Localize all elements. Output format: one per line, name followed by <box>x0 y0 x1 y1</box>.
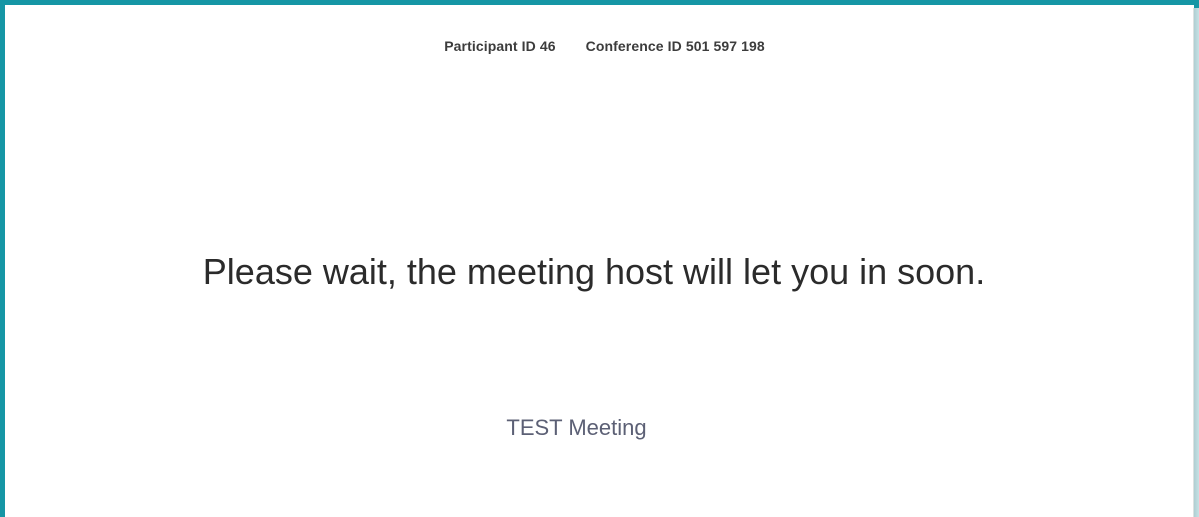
lobby-window: Participant ID 46 Conference ID 501 597 … <box>0 0 1199 517</box>
participant-id-label: Participant ID 46 <box>444 38 556 54</box>
wait-message: Please wait, the meeting host will let y… <box>202 251 986 292</box>
window-shadow <box>1193 8 1199 517</box>
conference-id-label: Conference ID 501 597 198 <box>585 38 765 54</box>
conference-info-bar: Participant ID 46 Conference ID 501 597 … <box>5 38 1199 54</box>
meeting-name: TEST Meeting <box>506 415 647 440</box>
